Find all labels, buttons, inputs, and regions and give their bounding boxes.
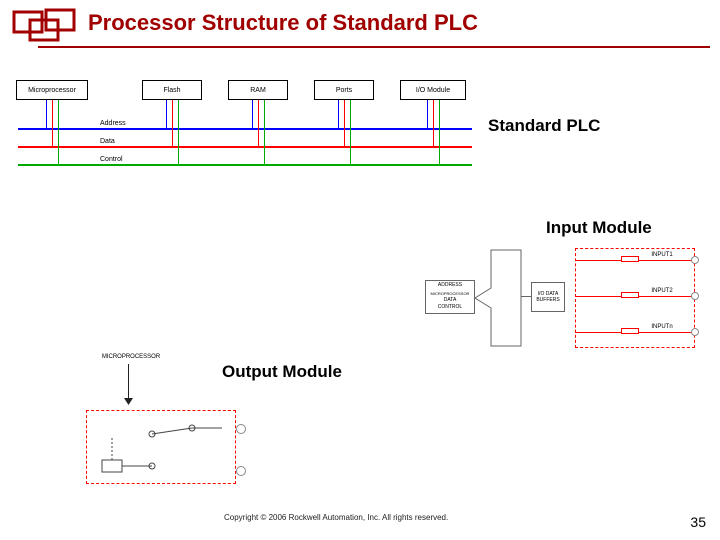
diagram-input-module: ADDRESS MICROPROCESSOR DATA CONTROL I/O … [425, 246, 705, 350]
logo-icon [8, 6, 80, 46]
header-rule [38, 46, 710, 48]
bus-label-address: Address [100, 120, 126, 127]
diagram-output-module: MICROPROCESSOR [86, 354, 346, 494]
block-microprocessor: Microprocessor [16, 80, 88, 100]
page-number: 35 [690, 514, 706, 530]
proc-label-data: DATA [427, 297, 473, 304]
buffers-bot: BUFFERS [536, 297, 559, 303]
block-ram: RAM [228, 80, 288, 100]
proc-box-label: MICROPROCESSOR [427, 290, 473, 297]
copyright: Copyright © 2006 Rockwell Automation, In… [224, 513, 448, 522]
bus-label-control: Control [100, 156, 123, 163]
label-standard-plc: Standard PLC [488, 116, 600, 136]
slide-header: Processor Structure of Standard PLC [0, 6, 720, 50]
block-ports: Ports [314, 80, 374, 100]
input2-label: INPUT2 [645, 288, 679, 294]
proc-label-address: ADDRESS [427, 282, 473, 289]
slide-title: Processor Structure of Standard PLC [88, 10, 478, 36]
label-input-module: Input Module [546, 218, 652, 238]
bus-label-data: Data [100, 138, 115, 145]
input1-label: INPUT1 [645, 252, 679, 258]
diagram-standard-plc: Microprocessor Flash RAM Ports I/O Modul… [16, 80, 486, 180]
proc-label-control: CONTROL [427, 304, 473, 311]
block-flash: Flash [142, 80, 202, 100]
block-io-module: I/O Module [400, 80, 466, 100]
inputn-label: INPUTn [645, 324, 679, 330]
d3-proc-label: MICROPROCESSOR [96, 354, 166, 360]
